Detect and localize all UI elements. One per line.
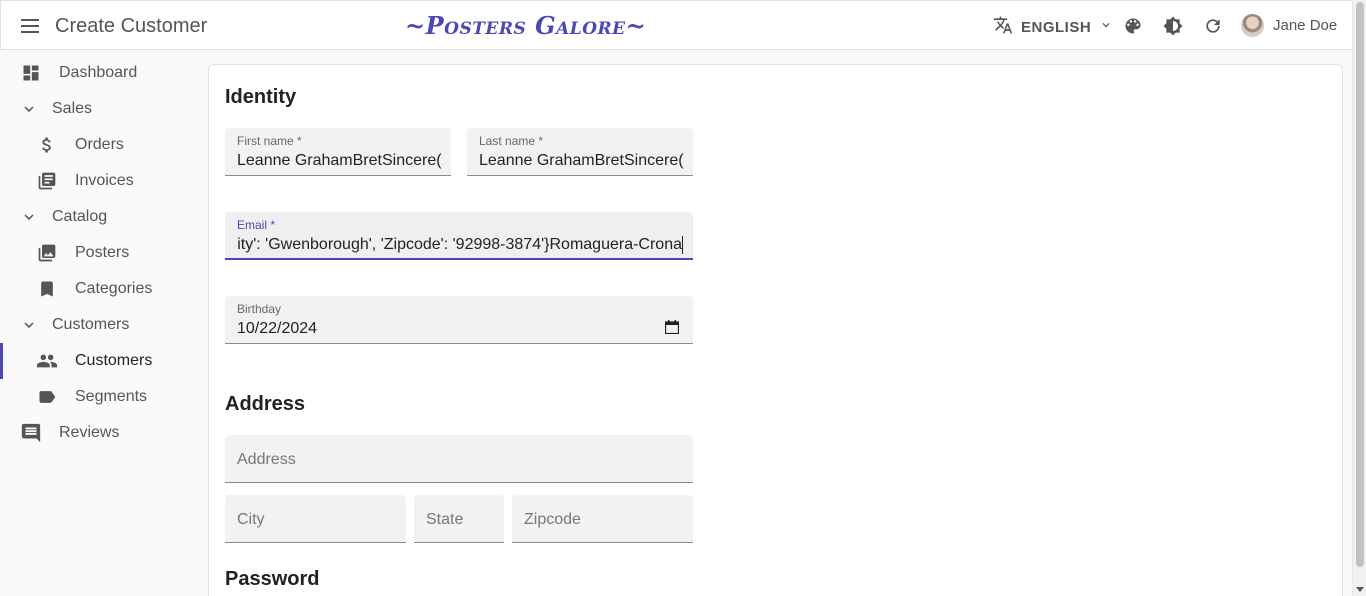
last-name-value: Leanne GrahamBretSincere(: [479, 152, 684, 169]
sidebar-item-posters[interactable]: Posters: [0, 235, 200, 271]
sidebar-item-orders[interactable]: Orders: [0, 127, 200, 163]
address-placeholder: Address: [237, 451, 296, 468]
scrollbar-thumb[interactable]: [1356, 2, 1364, 567]
password-section-title: Password: [225, 568, 320, 590]
identity-section-title: Identity: [225, 86, 297, 108]
comment-icon: [20, 422, 42, 444]
label-icon: [36, 386, 58, 408]
sidebar-group-sales[interactable]: Sales: [0, 91, 200, 127]
first-name-field[interactable]: First name * Leanne GrahamBretSincere(: [225, 128, 451, 176]
bookmark-icon: [36, 278, 58, 300]
chevron-down-icon: [18, 314, 40, 336]
birthday-field[interactable]: Birthday 10/22/2024: [225, 296, 693, 344]
refresh-icon[interactable]: [1202, 15, 1224, 37]
state-placeholder: State: [426, 511, 464, 528]
language-label: ENGLISH: [1021, 18, 1092, 36]
last-name-field[interactable]: Last name * Leanne GrahamBretSincere(: [467, 128, 693, 176]
sidebar-item-label: Posters: [75, 244, 130, 261]
sidebar-item-label: Dashboard: [59, 64, 138, 81]
sidebar-item-categories[interactable]: Categories: [0, 271, 200, 307]
chevron-down-icon: [18, 206, 40, 228]
zipcode-placeholder: Zipcode: [524, 511, 581, 528]
address-input[interactable]: Address: [225, 435, 693, 483]
sidebar-item-label: Sales: [52, 100, 93, 117]
sidebar: Dashboard Sales Orders Invoices Catalog …: [0, 55, 200, 451]
sidebar-item-label: Catalog: [52, 208, 108, 225]
last-name-label: Last name *: [479, 134, 544, 148]
sidebar-item-label: Customers: [52, 316, 130, 333]
chevron-down-icon: [1099, 18, 1113, 36]
birthday-value: 10/22/2024: [237, 320, 318, 337]
email-value: ity': 'Gwenborough', 'Zipcode': '92998-3…: [237, 236, 682, 253]
sidebar-item-label: Orders: [75, 136, 124, 153]
sidebar-group-catalog[interactable]: Catalog: [0, 199, 200, 235]
scrollbar[interactable]: [1352, 0, 1366, 596]
people-icon: [36, 350, 58, 372]
dollar-icon: [36, 134, 58, 156]
text-cursor: [682, 236, 683, 254]
city-input[interactable]: City: [225, 495, 406, 543]
email-label: Email *: [237, 218, 276, 232]
sidebar-item-label: Categories: [75, 280, 153, 297]
scroll-down-icon[interactable]: [1356, 587, 1364, 592]
menu-icon[interactable]: [19, 16, 41, 36]
calendar-icon[interactable]: [664, 320, 680, 335]
sidebar-item-reviews[interactable]: Reviews: [0, 415, 200, 451]
sidebar-item-label: Customers: [75, 352, 153, 369]
translate-icon: [993, 15, 1013, 39]
avatar: [1241, 14, 1264, 37]
zipcode-input[interactable]: Zipcode: [512, 495, 693, 543]
chevron-down-icon: [18, 98, 40, 120]
app-bar: Create Customer ~Posters Galore~ ENGLISH…: [0, 0, 1352, 50]
brand-logo: ~Posters Galore~: [405, 11, 647, 40]
city-placeholder: City: [237, 511, 265, 528]
page-title: Create Customer: [55, 15, 208, 37]
image-icon: [36, 242, 58, 264]
language-selector[interactable]: ENGLISH: [993, 15, 1113, 39]
user-name: Jane Doe: [1273, 17, 1338, 34]
address-section-title: Address: [225, 393, 306, 415]
sidebar-group-customers[interactable]: Customers: [0, 307, 200, 343]
sidebar-item-dashboard[interactable]: Dashboard: [0, 55, 200, 91]
dashboard-icon: [20, 62, 42, 84]
sidebar-item-label: Reviews: [59, 424, 120, 441]
first-name-value: Leanne GrahamBretSincere(: [237, 152, 442, 169]
palette-icon[interactable]: [1122, 15, 1144, 37]
sidebar-item-label: Segments: [75, 388, 148, 405]
sidebar-item-invoices[interactable]: Invoices: [0, 163, 200, 199]
sidebar-item-customers[interactable]: Customers: [0, 343, 200, 379]
brightness-icon[interactable]: [1162, 15, 1184, 37]
birthday-label: Birthday: [237, 302, 282, 316]
invoices-icon: [36, 170, 58, 192]
first-name-label: First name *: [237, 134, 302, 148]
user-menu[interactable]: Jane Doe: [1241, 14, 1337, 37]
sidebar-item-label: Invoices: [75, 172, 134, 189]
email-field[interactable]: Email * ity': 'Gwenborough', 'Zipcode': …: [225, 212, 693, 260]
sidebar-item-segments[interactable]: Segments: [0, 379, 200, 415]
state-input[interactable]: State: [414, 495, 504, 543]
